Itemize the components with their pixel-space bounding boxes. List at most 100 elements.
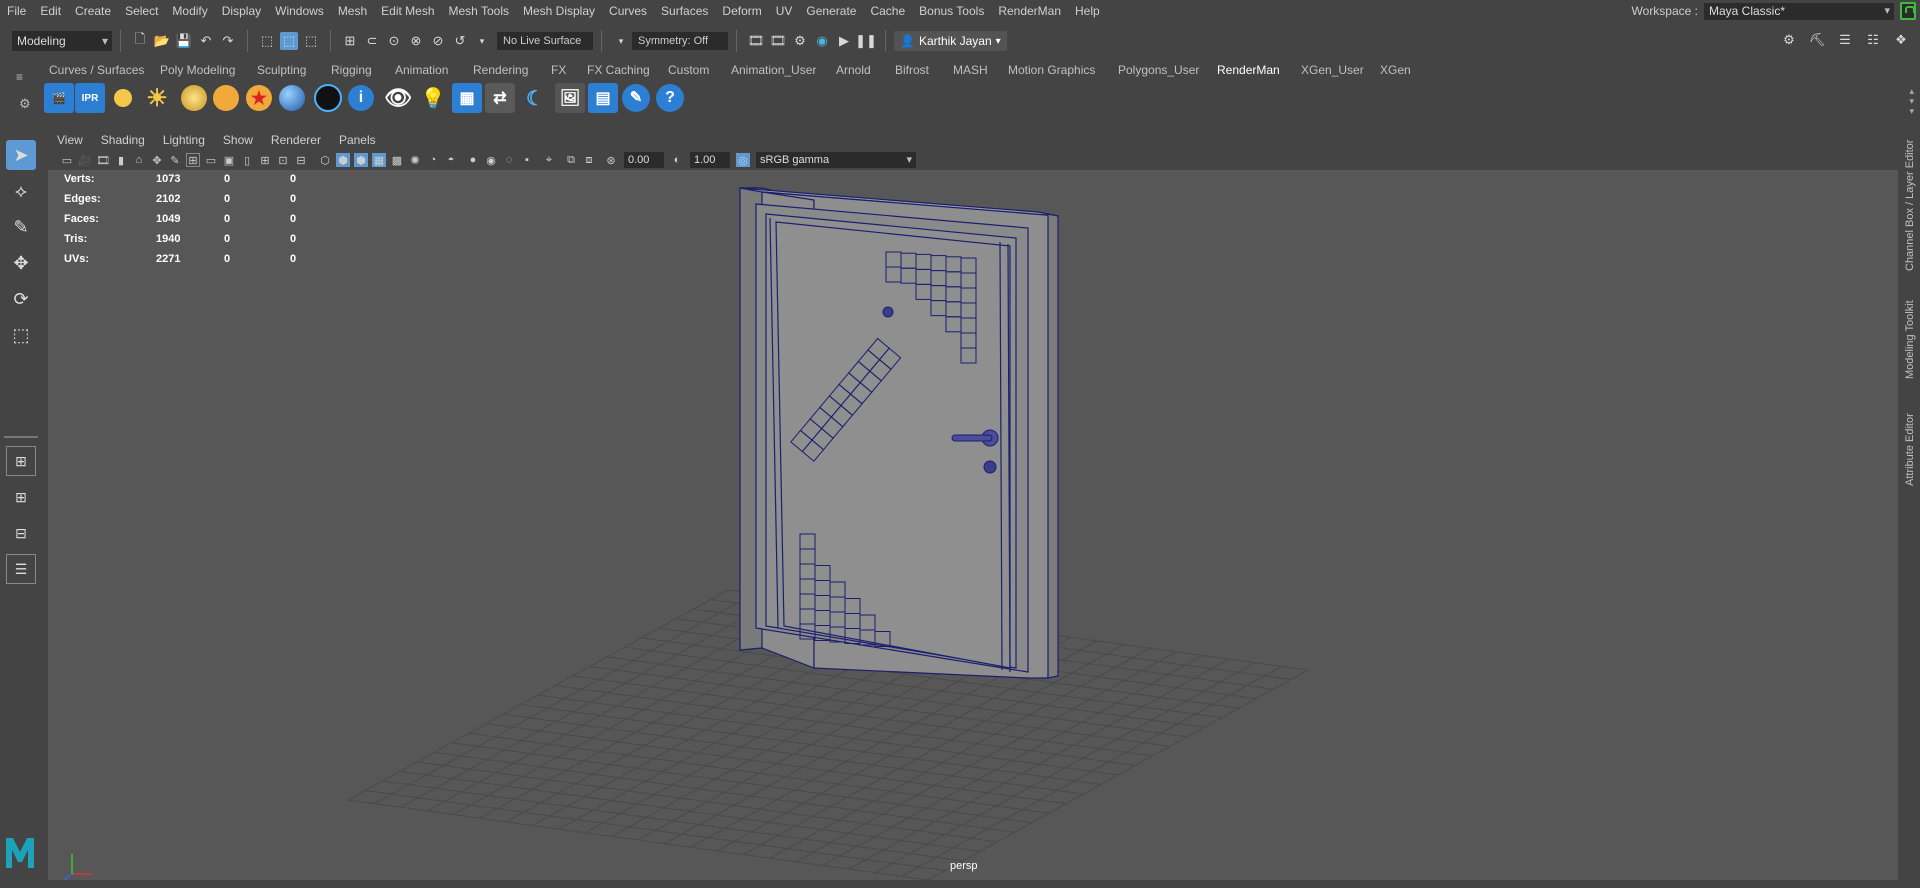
sphere-material-icon[interactable] <box>277 83 307 113</box>
tab-rigging[interactable]: Rigging <box>331 63 372 77</box>
exposure-icon[interactable]: ⊛ <box>604 153 618 167</box>
menu-select[interactable]: Select <box>118 0 165 22</box>
panel-menu-view[interactable]: View <box>48 133 92 147</box>
wireframe-on-shaded-icon[interactable]: ⬢ <box>354 153 368 167</box>
menu-mesh-display[interactable]: Mesh Display <box>516 0 602 22</box>
tab-animation[interactable]: Animation <box>395 63 448 77</box>
tab-arnold[interactable]: Arnold <box>836 63 871 77</box>
menu-create[interactable]: Create <box>68 0 118 22</box>
menu-help[interactable]: Help <box>1068 0 1107 22</box>
save-scene-icon[interactable]: 💾 <box>175 32 193 50</box>
redo-icon[interactable]: ↷ <box>219 32 237 50</box>
menu-surfaces[interactable]: Surfaces <box>654 0 715 22</box>
tools-icon[interactable]: ✎ <box>621 83 651 113</box>
shelf-menu-icon[interactable]: ≡ <box>16 70 23 84</box>
menu-mesh[interactable]: Mesh <box>331 0 374 22</box>
render-clapper-icon[interactable]: 🎬 <box>44 83 74 113</box>
swap-icon[interactable]: ⇄ <box>485 83 515 113</box>
undo-icon[interactable]: ↶ <box>197 32 215 50</box>
ipr-render-icon[interactable]: IPR <box>75 83 105 113</box>
bookmarks-icon[interactable]: 🎞 <box>96 153 110 167</box>
snap-view-plane-icon[interactable]: ⊗ <box>407 32 425 50</box>
camera-select-icon[interactable]: ▭ <box>60 153 74 167</box>
tab-poly-modeling[interactable]: Poly Modeling <box>160 63 235 77</box>
grid-icon[interactable]: ⊞ <box>186 153 200 167</box>
menu-generate[interactable]: Generate <box>799 0 863 22</box>
color-space-dropdown[interactable]: sRGB gamma <box>756 152 916 168</box>
snap-grid-icon[interactable]: ⊞ <box>341 32 359 50</box>
xray-components-icon[interactable]: ⧈ <box>582 153 596 167</box>
resolution-gate-icon[interactable]: ▣ <box>222 153 236 167</box>
tab-channel-box-layer-editor[interactable]: Channel Box / Layer Editor <box>1904 135 1920 275</box>
field-chart-icon[interactable]: ⊞ <box>258 153 272 167</box>
open-scene-icon[interactable]: 📂 <box>153 32 171 50</box>
tab-modeling-toolkit[interactable]: Modeling Toolkit <box>1904 295 1920 385</box>
tab-bifrost[interactable]: Bifrost <box>895 63 929 77</box>
menu-cache[interactable]: Cache <box>863 0 912 22</box>
tab-mash[interactable]: MASH <box>953 63 988 77</box>
safe-title-icon[interactable]: ⊟ <box>294 153 308 167</box>
info-icon[interactable]: i <box>346 83 376 113</box>
portal-light-icon[interactable] <box>211 83 241 113</box>
use-all-lights-icon[interactable]: ✺ <box>408 153 422 167</box>
pause-icon[interactable]: ❚❚ <box>855 32 877 50</box>
menu-edit-mesh[interactable]: Edit Mesh <box>374 0 441 22</box>
wireframe-icon[interactable]: ⬡ <box>318 153 332 167</box>
sun-light-icon[interactable]: ☀ <box>142 83 172 113</box>
menu-mesh-tools[interactable]: Mesh Tools <box>442 0 516 22</box>
moon-icon[interactable]: ☾ <box>520 83 550 113</box>
outliner-icon[interactable]: ☰ <box>6 554 36 584</box>
select-hierarchy-icon[interactable]: ⬚ <box>258 32 276 50</box>
eye-icon[interactable]: 👁 <box>383 83 413 113</box>
menu-uv[interactable]: UV <box>769 0 800 22</box>
tab-sculpting[interactable]: Sculpting <box>257 63 306 77</box>
menu-file[interactable]: File <box>0 0 33 22</box>
renderman-icon[interactable]: ◉ <box>813 32 831 50</box>
shelf-scroll-icon[interactable]: ▴ ▾ ▾ <box>1909 86 1914 116</box>
menu-deform[interactable]: Deform <box>715 0 768 22</box>
four-view-icon[interactable]: ⊞ <box>6 482 36 512</box>
dropdown-arrow-icon[interactable]: ▾ <box>473 32 491 50</box>
panel-menu-lighting[interactable]: Lighting <box>154 133 214 147</box>
history-icon[interactable]: ↺ <box>451 32 469 50</box>
menu-renderman[interactable]: RenderMan <box>991 0 1068 22</box>
rotate-tool-icon[interactable]: ⟳ <box>6 284 36 314</box>
symmetry-field[interactable]: Symmetry: Off <box>632 32 728 50</box>
grease-pencil-icon[interactable]: ✎ <box>168 153 182 167</box>
chart-icon[interactable]: ▤ <box>588 83 618 113</box>
snap-live-icon[interactable]: ⊘ <box>429 32 447 50</box>
tab-fx[interactable]: FX <box>551 63 566 77</box>
menu-curves[interactable]: Curves <box>602 0 654 22</box>
menu-windows[interactable]: Windows <box>268 0 331 22</box>
color-management-icon[interactable]: ◎ <box>736 153 750 167</box>
safe-action-icon[interactable]: ⊡ <box>276 153 290 167</box>
play-icon[interactable]: ▶ <box>835 32 853 50</box>
panel-menu-show[interactable]: Show <box>214 133 262 147</box>
ipr-render-icon[interactable]: 🎞 <box>769 32 787 50</box>
isolate-select-icon[interactable]: ▪ <box>520 153 534 167</box>
modeling-toolkit-icon[interactable]: ⚙ <box>1780 31 1798 49</box>
select-object-icon[interactable]: ⬚ <box>280 32 298 50</box>
shadows-icon[interactable]: ◔ <box>426 153 440 167</box>
tool-settings-icon[interactable]: ⛏ <box>1808 31 1826 49</box>
panel-menu-shading[interactable]: Shading <box>92 133 154 147</box>
lock-icon[interactable] <box>1900 2 1916 20</box>
channel-box-icon[interactable]: ☷ <box>1864 31 1882 49</box>
image-plane-icon[interactable]: ⌂ <box>132 153 146 167</box>
film-gate-icon[interactable]: ▭ <box>204 153 218 167</box>
panel-menu-panels[interactable]: Panels <box>330 133 385 147</box>
motion-blur-icon[interactable]: ● <box>466 153 480 167</box>
xray-joints-icon[interactable]: ⧉ <box>564 153 578 167</box>
gate-mask-icon[interactable]: ▯ <box>240 153 254 167</box>
menu-bonus-tools[interactable]: Bonus Tools <box>912 0 991 22</box>
menu-modify[interactable]: Modify <box>165 0 214 22</box>
tab-custom[interactable]: Custom <box>668 63 709 77</box>
workspace-dropdown[interactable]: Maya Classic* <box>1704 2 1894 20</box>
snap-curve-icon[interactable]: ⊂ <box>363 32 381 50</box>
star-material-icon[interactable]: ★ <box>244 83 274 113</box>
render-settings-icon[interactable]: ⚙ <box>791 32 809 50</box>
user-account[interactable]: 👤 Karthik Jayan ▾ <box>894 31 1007 51</box>
tab-fx-caching[interactable]: FX Caching <box>587 63 650 77</box>
menu-set-dropdown[interactable]: Modeling <box>12 31 112 51</box>
lasso-tool-icon[interactable]: ⟡ <box>6 176 36 206</box>
